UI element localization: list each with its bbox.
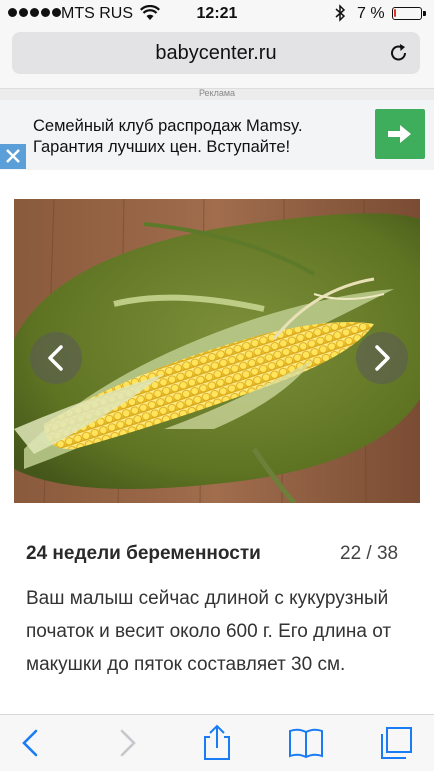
reload-icon[interactable] xyxy=(388,42,410,64)
ad-banner[interactable]: Семейный клуб распродаж Mamsy. Гарантия … xyxy=(0,100,434,170)
slide-description: Ваш малыш сейчас длиной с кукурузный поч… xyxy=(26,588,392,675)
browser-toolbar xyxy=(0,714,434,771)
status-bar: MTS RUS 12:21 7 % xyxy=(0,0,434,28)
share-icon[interactable] xyxy=(197,723,237,763)
battery-percent: 7 % xyxy=(357,5,385,22)
next-slide-button[interactable] xyxy=(356,332,408,384)
url-text[interactable]: babycenter.ru xyxy=(12,42,420,65)
ad-go-button[interactable] xyxy=(375,109,425,159)
arrow-right-icon xyxy=(388,125,411,143)
chevron-left-icon xyxy=(48,345,63,371)
ad-text-line2[interactable]: Гарантия лучших цен. Вступайте! xyxy=(33,137,363,158)
address-bar[interactable]: babycenter.ru xyxy=(12,32,420,74)
chevron-right-icon xyxy=(375,345,390,371)
bookmarks-icon[interactable] xyxy=(286,723,326,763)
bluetooth-icon xyxy=(335,4,346,22)
ad-close-button[interactable] xyxy=(0,144,26,169)
slide-counter: 22 / 38 xyxy=(340,543,399,564)
slide-title: 24 недели беременности xyxy=(26,543,261,564)
tabs-icon[interactable] xyxy=(376,723,416,763)
back-icon[interactable] xyxy=(12,723,52,763)
forward-icon[interactable] xyxy=(106,723,146,763)
battery-icon xyxy=(392,7,426,20)
ad-label: Реклама xyxy=(198,88,236,98)
prev-slide-button[interactable] xyxy=(30,332,82,384)
ad-text-line1[interactable]: Семейный клуб распродаж Mamsy. xyxy=(33,116,363,137)
ad-label-row: Реклама xyxy=(0,88,434,100)
ad-text[interactable]: Семейный клуб распродаж Mamsy. Гарантия … xyxy=(33,116,363,158)
close-icon xyxy=(6,149,20,163)
browser-nav-area: babycenter.ru xyxy=(0,28,434,88)
battery-level xyxy=(394,9,396,17)
